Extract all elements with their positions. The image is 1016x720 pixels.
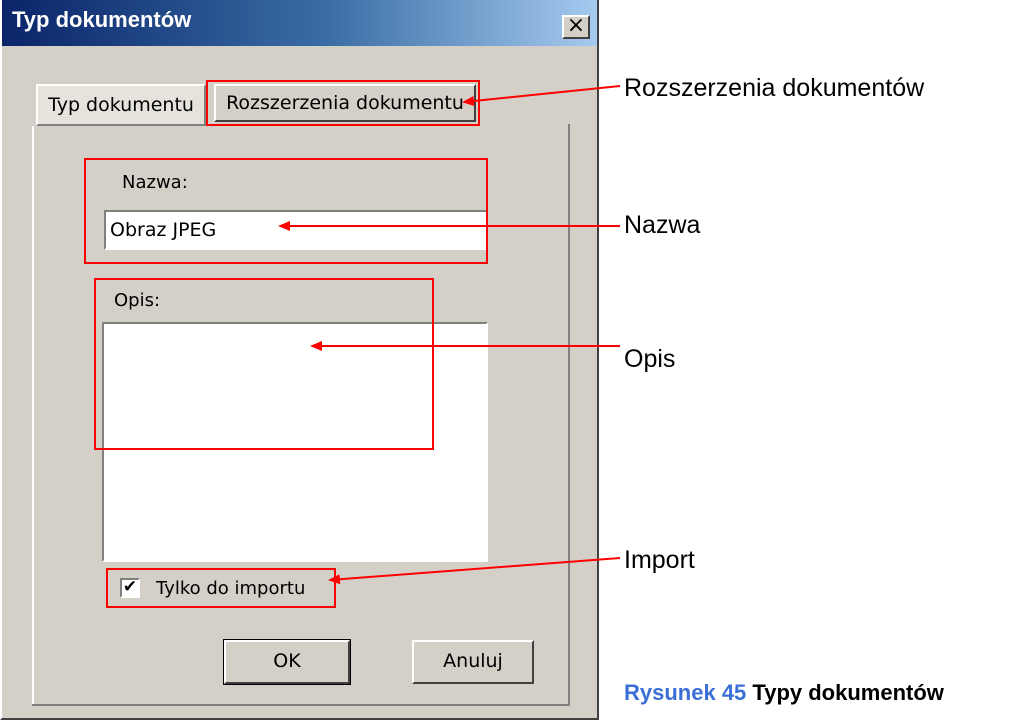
callout-description: Opis (624, 345, 676, 373)
figure-number: Rysunek 45 (624, 680, 747, 705)
arrow-import (328, 557, 621, 585)
callout-extensions: Rozszerzenia dokumentów (624, 74, 925, 102)
callout-arrows (278, 85, 621, 585)
callout-name: Nazwa (624, 211, 701, 239)
arrow-extensions (462, 85, 621, 106)
figure-caption: Rysunek 45 Typy dokumentów (624, 680, 944, 706)
figure-title: Typy dokumentów (746, 680, 944, 705)
callout-import: Import (624, 546, 695, 574)
